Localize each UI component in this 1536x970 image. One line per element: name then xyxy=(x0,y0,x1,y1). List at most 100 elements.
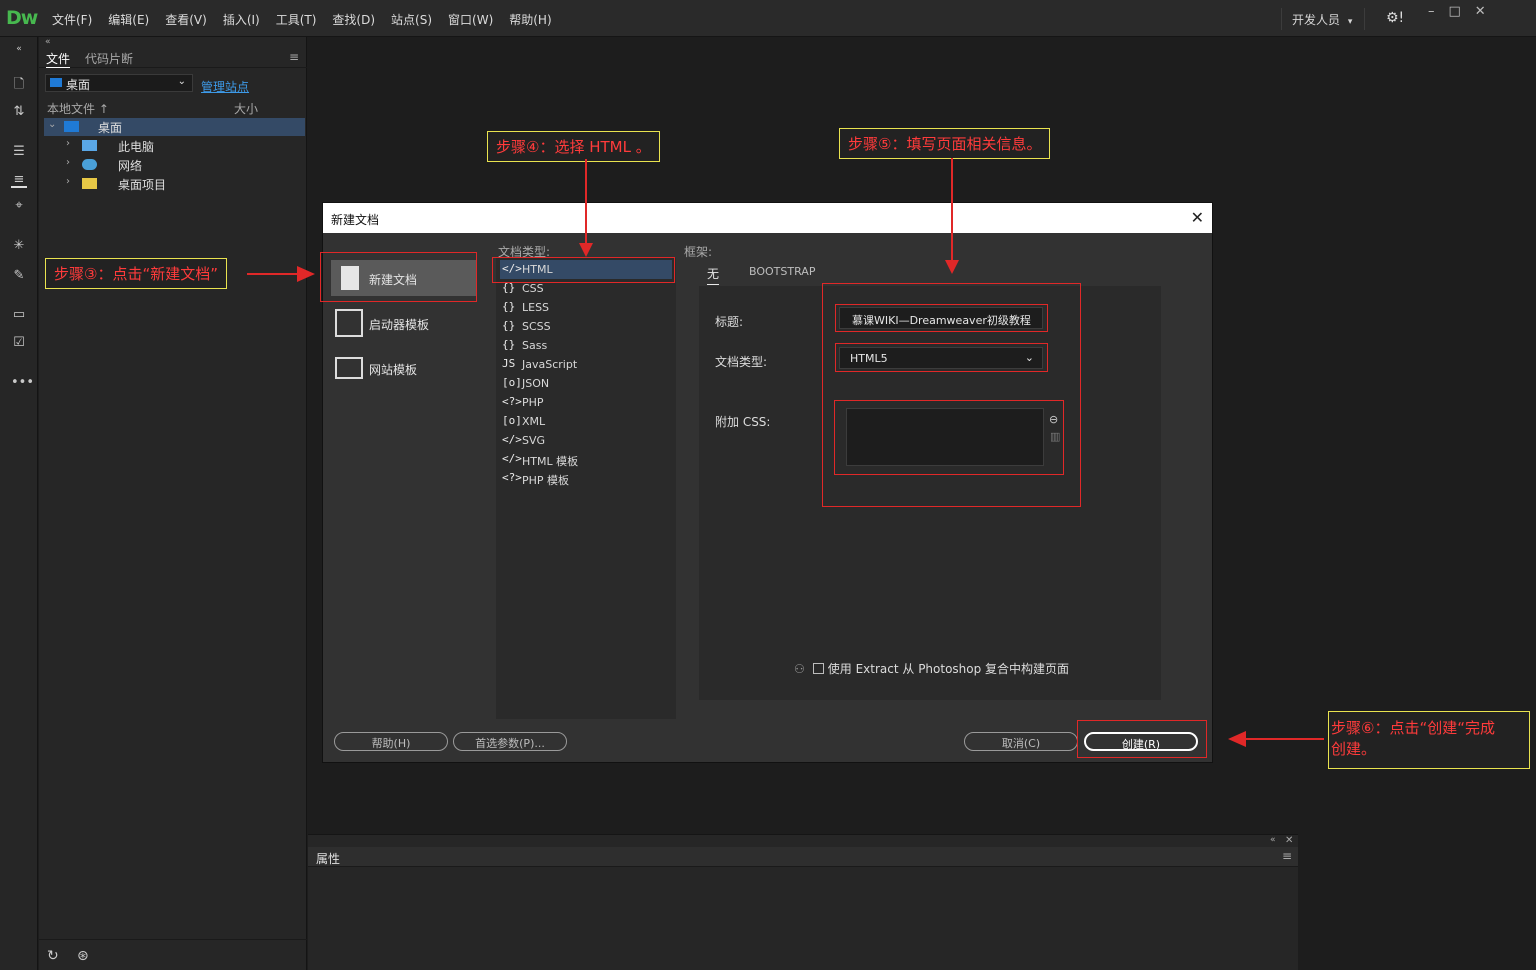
panel-menu-icon[interactable]: ≡ xyxy=(1282,849,1292,863)
workspace-switcher[interactable]: 开发人员 ▾ xyxy=(1281,8,1365,30)
note-step6: 步骤⑥：点击“创建“完成 创建。 xyxy=(1328,711,1530,769)
transfer-icon[interactable]: ⇅ xyxy=(11,104,27,120)
highlight-title-input xyxy=(835,304,1048,332)
connect-icon[interactable]: ⊛ xyxy=(77,948,89,964)
doc-type-label: 文档类型: xyxy=(715,355,768,369)
collapse-icon[interactable]: « xyxy=(1270,835,1276,845)
new-file-icon[interactable]: 🗋 xyxy=(11,77,27,93)
braces-icon: {} xyxy=(502,300,516,313)
collapse-icon[interactable]: « xyxy=(11,41,27,57)
folder-icon xyxy=(82,178,97,189)
files-panel: « 文件 代码片断 ≡ 桌面 ⌄ 管理站点 本地文件 ↑ 大小 ⌄ 桌面 › 此… xyxy=(39,37,307,970)
dw-logo: Dw xyxy=(6,7,38,29)
highlight-html xyxy=(492,257,675,283)
column-size[interactable]: 大小 xyxy=(234,100,258,117)
close-icon[interactable]: ✕ xyxy=(1475,4,1486,19)
tab-files[interactable]: 文件 xyxy=(46,50,71,68)
doctype-svg[interactable]: </> SVG xyxy=(500,431,672,450)
note-step6-line2: 创建。 xyxy=(1331,740,1377,758)
tab-framework-none[interactable]: 无 xyxy=(707,265,720,285)
preferences-button[interactable]: 首选参数(P)... xyxy=(453,732,567,751)
gear-icon[interactable]: ⚙! xyxy=(1386,10,1404,26)
computer-icon xyxy=(82,140,97,151)
doctype-xml[interactable]: [o] XML xyxy=(500,412,672,431)
files-panel-icon[interactable]: ≡ xyxy=(11,172,27,188)
php-icon: <?> xyxy=(502,395,522,408)
minimize-icon[interactable]: – xyxy=(1428,4,1435,19)
menu-tools[interactable]: 工具(T) xyxy=(268,11,325,28)
category-site-templates[interactable]: 网站模板 xyxy=(331,350,477,386)
category-starter-templates[interactable]: 启动器模板 xyxy=(331,305,477,341)
doctype-javascript[interactable]: JS JavaScript xyxy=(500,355,672,374)
doctype-json[interactable]: [o] JSON xyxy=(500,374,672,393)
dialog-title-bar: 新建文档 ✕ xyxy=(323,203,1212,233)
comment-icon[interactable]: ▭ xyxy=(11,307,27,323)
extract-option[interactable]: ⚇ 使用 Extract 从 Photoshop 复合中构建页面 xyxy=(794,660,1069,677)
arrow-step6 xyxy=(1228,731,1324,747)
doctype-sass[interactable]: {} Sass xyxy=(500,336,672,355)
css-label: 附加 CSS: xyxy=(715,415,771,429)
inspect-icon[interactable]: ☰ xyxy=(11,144,27,160)
more-icon[interactable]: ••• xyxy=(11,375,34,391)
chevron-right-icon[interactable]: › xyxy=(66,157,70,168)
note-step5: 步骤⑤：填写页面相关信息。 xyxy=(839,128,1051,159)
highlight-css xyxy=(834,400,1064,475)
cancel-button[interactable]: 取消(C) xyxy=(964,732,1078,751)
snippet-icon[interactable]: ✳ xyxy=(11,238,27,254)
menu-view[interactable]: 查看(V) xyxy=(157,11,215,28)
tab-snippets[interactable]: 代码片断 xyxy=(85,50,133,67)
doctype-php[interactable]: <?> PHP xyxy=(500,393,672,412)
tree-item-desktop-project[interactable]: › 桌面项目 xyxy=(66,175,296,193)
tab-properties[interactable]: 属性 ≡ xyxy=(308,847,1298,867)
menu-file[interactable]: 文件(F) xyxy=(44,11,100,28)
doctype-php-template[interactable]: <?> PHP 模板 xyxy=(500,469,672,488)
main-menu: 文件(F) 编辑(E) 查看(V) 插入(I) 工具(T) 查找(D) 站点(S… xyxy=(44,11,560,28)
chevron-down-icon[interactable]: ⌄ xyxy=(48,119,56,130)
refresh-icon[interactable]: ↻ xyxy=(47,948,59,964)
menu-bar: Dw 文件(F) 编辑(E) 查看(V) 插入(I) 工具(T) 查找(D) 站… xyxy=(0,0,1536,37)
doctype-html-template[interactable]: </> HTML 模板 xyxy=(500,450,672,469)
files-panel-footer: ↻ ⊛ xyxy=(39,939,307,970)
site-select-value: 桌面 xyxy=(66,78,91,92)
menu-help[interactable]: 帮助(H) xyxy=(501,11,559,28)
panel-menu-icon[interactable]: ≡ xyxy=(289,50,299,64)
site-select[interactable]: 桌面 ⌄ xyxy=(45,74,193,92)
tree-item-desktop[interactable]: ⌄ 桌面 xyxy=(48,118,298,136)
desktop-icon xyxy=(64,121,79,132)
network-icon xyxy=(82,159,97,170)
menu-edit[interactable]: 编辑(E) xyxy=(100,11,157,28)
framework-header: 框架: xyxy=(684,245,713,259)
close-icon[interactable]: ✕ xyxy=(1285,835,1293,846)
column-local-files[interactable]: 本地文件 ↑ xyxy=(47,100,109,117)
menu-find[interactable]: 查找(D) xyxy=(324,11,383,28)
doctype-scss[interactable]: {} SCSS xyxy=(500,317,672,336)
json-icon: [o] xyxy=(502,376,522,389)
tree-item-this-pc[interactable]: › 此电脑 xyxy=(66,137,296,155)
chevron-right-icon[interactable]: › xyxy=(66,138,70,149)
close-icon[interactable]: ✕ xyxy=(1191,208,1204,227)
note-step4: 步骤④：选择 HTML 。 xyxy=(487,131,660,162)
menu-site[interactable]: 站点(S) xyxy=(383,11,440,28)
chevron-right-icon[interactable]: › xyxy=(66,176,70,187)
note-step3: 步骤③：点击“新建文档” xyxy=(45,258,227,289)
window-controls: – □ ✕ xyxy=(1428,4,1486,19)
menu-window[interactable]: 窗口(W) xyxy=(440,11,501,28)
target-icon[interactable]: ⌖ xyxy=(11,198,27,214)
collapse-icon[interactable]: « xyxy=(45,37,51,47)
maximize-icon[interactable]: □ xyxy=(1449,4,1461,19)
validate-icon[interactable]: ☑ xyxy=(11,335,27,351)
tab-framework-bootstrap[interactable]: BOOTSTRAP xyxy=(749,265,815,278)
help-button[interactable]: 帮助(H) xyxy=(334,732,448,751)
menu-insert[interactable]: 插入(I) xyxy=(215,11,268,28)
highlight-create xyxy=(1077,720,1207,758)
manage-site-link[interactable]: 管理站点 xyxy=(201,78,249,95)
dialog-title: 新建文档 xyxy=(331,213,380,227)
files-panel-tabs: 文件 代码片断 ≡ xyxy=(39,48,307,68)
brush-icon[interactable]: ✎ xyxy=(11,268,27,284)
title-label: 标题: xyxy=(715,315,744,329)
javascript-icon: JS xyxy=(502,357,516,370)
doctype-less[interactable]: {} LESS xyxy=(500,298,672,317)
extract-checkbox[interactable] xyxy=(812,663,824,674)
highlight-new-document xyxy=(320,252,477,302)
tree-item-network[interactable]: › 网络 xyxy=(66,156,296,174)
